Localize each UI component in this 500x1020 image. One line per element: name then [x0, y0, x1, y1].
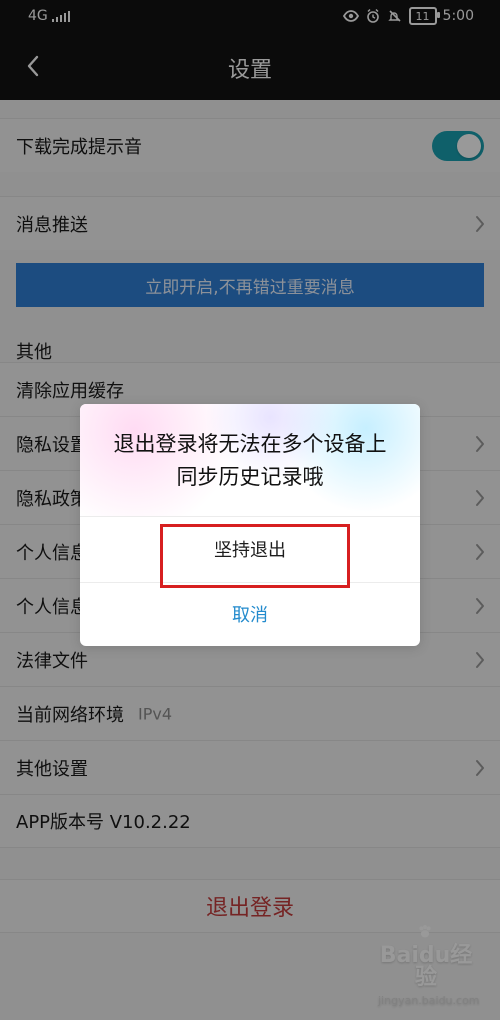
cancel-button[interactable]: 取消	[80, 582, 420, 646]
confirm-exit-label: 坚持退出	[214, 540, 286, 561]
confirm-exit-button[interactable]: 坚持退出	[80, 516, 420, 588]
settings-screen: 4G 11 5:00 设置 下载完成提示音 消息推送 立即开启,不再错过重要消息…	[0, 0, 500, 1020]
dialog-message: 退出登录将无法在多个设备上同步历史记录哦	[113, 432, 387, 489]
logout-dialog: 退出登录将无法在多个设备上同步历史记录哦 坚持退出 取消	[80, 404, 420, 646]
